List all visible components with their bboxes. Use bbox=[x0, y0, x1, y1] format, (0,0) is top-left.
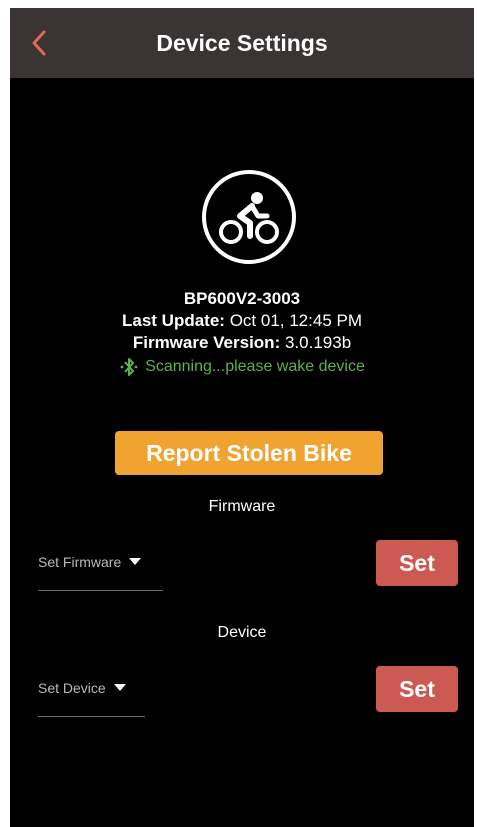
device-name: BP600V2-3003 bbox=[183, 289, 301, 308]
last-update-label: Last Update: bbox=[122, 311, 225, 330]
caret-down-icon bbox=[113, 684, 126, 692]
last-update-row: Last Update: Oct 01, 12:45 PM bbox=[10, 310, 474, 332]
page-title: Device Settings bbox=[156, 29, 328, 56]
report-stolen-bike-button[interactable]: Report Stolen Bike bbox=[115, 431, 383, 475]
firmware-version-label: Firmware Version: bbox=[132, 333, 281, 352]
bluetooth-icon bbox=[120, 358, 138, 376]
set-firmware-button[interactable]: Set bbox=[376, 540, 458, 586]
set-device-button[interactable]: Set bbox=[376, 666, 458, 712]
firmware-version-value: 3.0.193b bbox=[284, 333, 352, 352]
device-select-label: Set Device bbox=[38, 680, 106, 696]
firmware-section-title: Firmware bbox=[208, 498, 276, 515]
device-section-title: Device bbox=[217, 624, 267, 641]
firmware-select[interactable]: Set Firmware bbox=[38, 534, 163, 591]
device-select[interactable]: Set Device bbox=[38, 660, 145, 717]
cyclist-icon bbox=[202, 170, 296, 264]
caret-down-icon bbox=[129, 558, 142, 566]
device-info: BP600V2-3003 Last Update: Oct 01, 12:45 … bbox=[10, 288, 474, 378]
connection-status: Scanning...please wake device bbox=[10, 356, 474, 378]
status-text: Scanning...please wake device bbox=[145, 358, 365, 375]
last-update-value: Oct 01, 12:45 PM bbox=[229, 311, 362, 330]
firmware-select-label: Set Firmware bbox=[38, 554, 122, 570]
firmware-version-row: Firmware Version: 3.0.193b bbox=[10, 332, 474, 354]
device-settings-screen: Device Settings BP600V2-3003 Last Update… bbox=[10, 8, 474, 827]
header-bar: Device Settings bbox=[10, 8, 474, 78]
